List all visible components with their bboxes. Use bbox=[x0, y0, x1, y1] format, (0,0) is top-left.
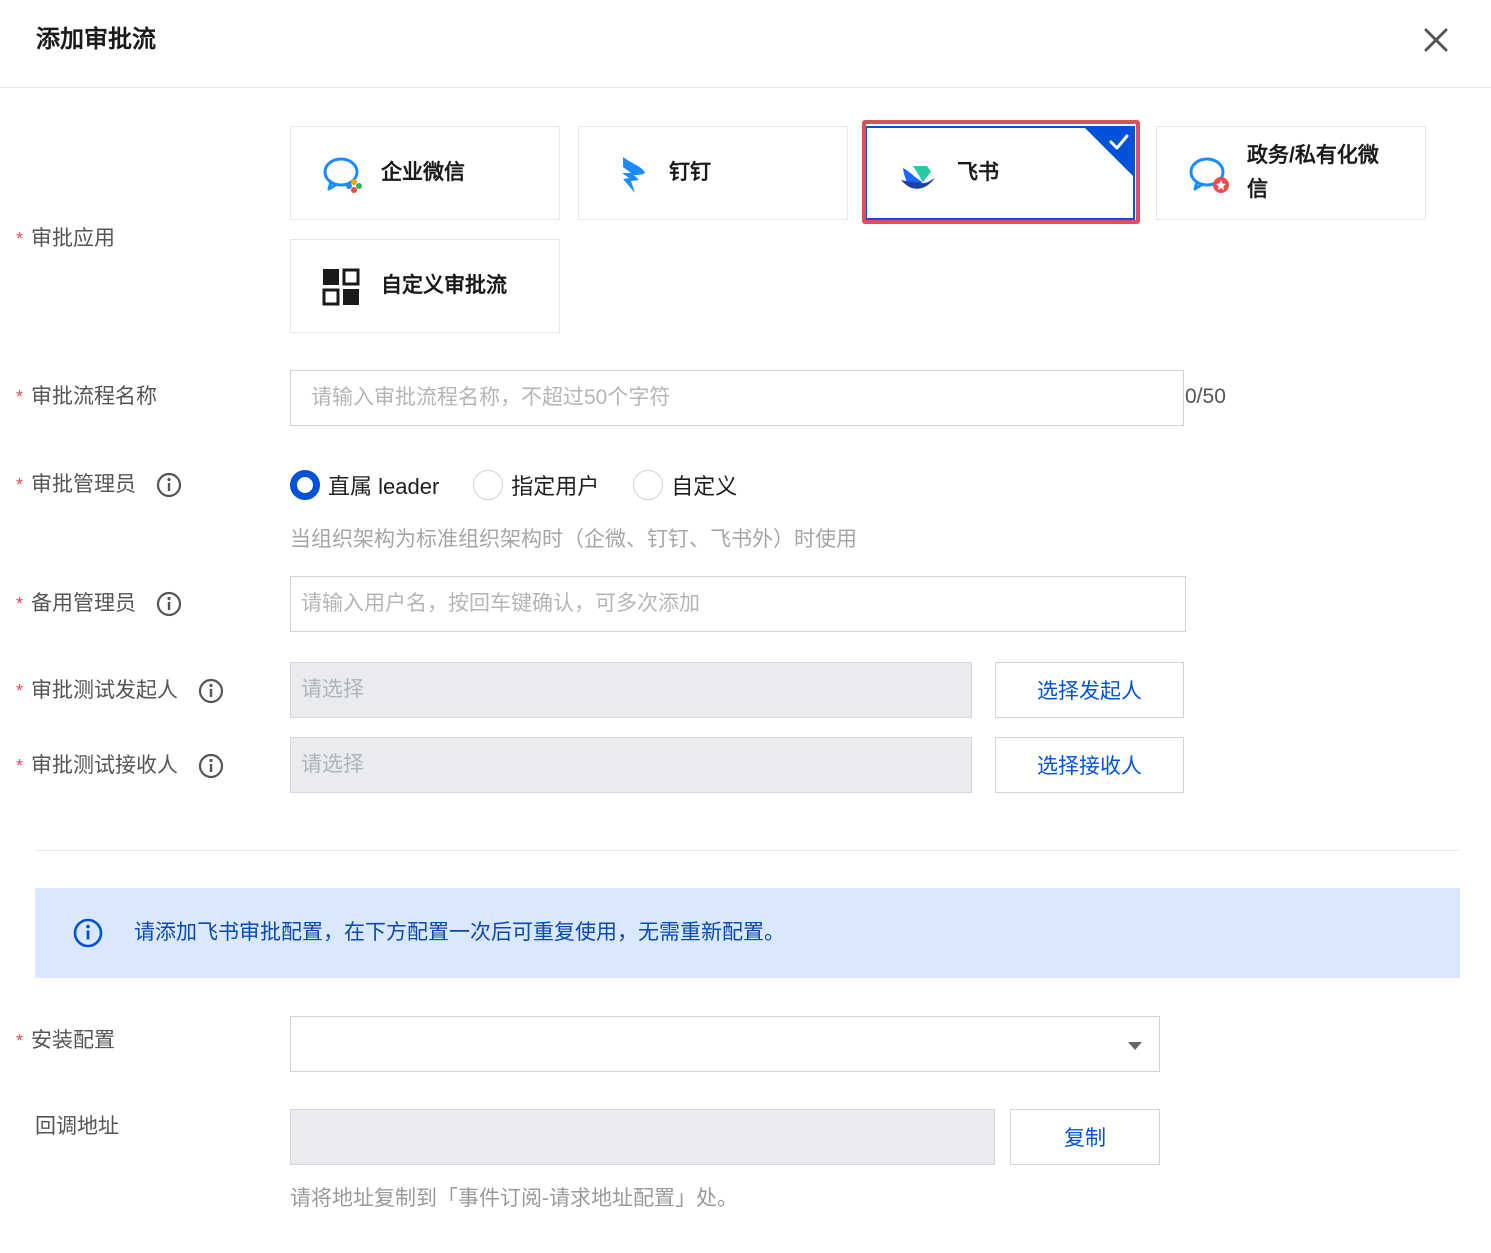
app-option-label: 钉钉 bbox=[669, 161, 711, 184]
required-mark: * bbox=[16, 229, 24, 249]
app-option-label: 飞书 bbox=[957, 161, 999, 184]
app-option-label: 企业微信 bbox=[381, 161, 465, 184]
app-option-custom[interactable]: 自定义审批流 bbox=[290, 239, 560, 333]
info-icon[interactable] bbox=[198, 678, 224, 704]
close-icon[interactable] bbox=[1418, 22, 1454, 58]
app-option-gov-wechat[interactable]: 政务/私有化微 信 bbox=[1156, 126, 1426, 220]
required-mark: * bbox=[16, 1031, 24, 1051]
char-counter: 0/50 bbox=[1185, 385, 1226, 408]
section-divider bbox=[35, 850, 1460, 851]
notice-text: 请添加飞书审批配置，在下方配置一次后可重复使用，无需重新配置。 bbox=[134, 921, 785, 944]
app-option-dingtalk[interactable]: 钉钉 bbox=[578, 126, 848, 220]
radio-custom[interactable]: 自定义 bbox=[633, 469, 737, 501]
radio-dot bbox=[473, 470, 504, 500]
callback-hint: 请将地址复制到「事件订阅-请求地址配置」处。 bbox=[290, 1187, 738, 1210]
info-icon[interactable] bbox=[156, 472, 182, 498]
app-option-label: 自定义审批流 bbox=[381, 274, 507, 297]
app-option-label: 政务/私有化微 信 bbox=[1247, 144, 1379, 201]
info-icon[interactable] bbox=[156, 591, 182, 617]
gov-wechat-icon bbox=[1187, 153, 1231, 197]
test-receiver-select: 请选择 bbox=[290, 737, 972, 793]
radio-dot bbox=[633, 470, 664, 500]
radio-specified-user[interactable]: 指定用户 bbox=[473, 469, 599, 501]
required-mark: * bbox=[16, 594, 24, 614]
radio-direct-leader[interactable]: 直属 leader bbox=[290, 469, 439, 501]
install-config-select[interactable] bbox=[290, 1016, 1160, 1072]
radio-dot bbox=[290, 470, 320, 500]
copy-button[interactable]: 复制 bbox=[1010, 1109, 1160, 1165]
custom-flow-icon bbox=[321, 267, 365, 311]
selected-check-icon bbox=[1085, 128, 1133, 176]
required-mark: * bbox=[16, 756, 24, 776]
callback-label: 回调地址 bbox=[35, 1115, 119, 1138]
info-icon[interactable] bbox=[198, 753, 224, 779]
approval-app-label: * 审批应用 bbox=[16, 224, 115, 254]
flow-name-label: * 审批流程名称 bbox=[16, 382, 157, 412]
backup-admin-label: * 备用管理员 bbox=[16, 589, 182, 619]
info-icon bbox=[73, 918, 103, 948]
backup-admin-input[interactable]: 请输入用户名，按回车键确认，可多次添加 bbox=[290, 576, 1186, 632]
select-receiver-button[interactable]: 选择接收人 bbox=[995, 737, 1184, 793]
test-initiator-label: * 审批测试发起人 bbox=[16, 676, 224, 706]
callback-url-field bbox=[290, 1109, 995, 1165]
app-option-feishu[interactable]: 飞书 bbox=[865, 126, 1135, 220]
admin-radio-group: 直属 leader 指定用户 自定义 bbox=[290, 468, 771, 502]
dialog-title: 添加审批流 bbox=[36, 26, 156, 53]
caret-down-icon bbox=[1127, 1039, 1143, 1051]
admin-hint: 当组织架构为标准组织架构时（企微、钉钉、飞书外）时使用 bbox=[290, 528, 857, 551]
required-mark: * bbox=[16, 387, 24, 407]
admin-label: * 审批管理员 bbox=[16, 470, 182, 500]
required-mark: * bbox=[16, 475, 24, 495]
test-initiator-select: 请选择 bbox=[290, 662, 972, 718]
required-mark: * bbox=[16, 681, 24, 701]
dialog-header: 添加审批流 bbox=[0, 0, 1491, 88]
app-option-wecom[interactable]: 企业微信 bbox=[290, 126, 560, 220]
select-initiator-button[interactable]: 选择发起人 bbox=[995, 662, 1184, 718]
flow-name-input[interactable]: 请输入审批流程名称，不超过50个字符 bbox=[290, 370, 1184, 426]
test-receiver-label: * 审批测试接收人 bbox=[16, 751, 224, 781]
feishu-icon bbox=[897, 154, 941, 198]
dingtalk-icon bbox=[609, 153, 653, 197]
info-notice: 请添加飞书审批配置，在下方配置一次后可重复使用，无需重新配置。 bbox=[35, 888, 1460, 978]
wecom-icon bbox=[321, 153, 365, 197]
install-config-label: * 安装配置 bbox=[16, 1026, 115, 1056]
